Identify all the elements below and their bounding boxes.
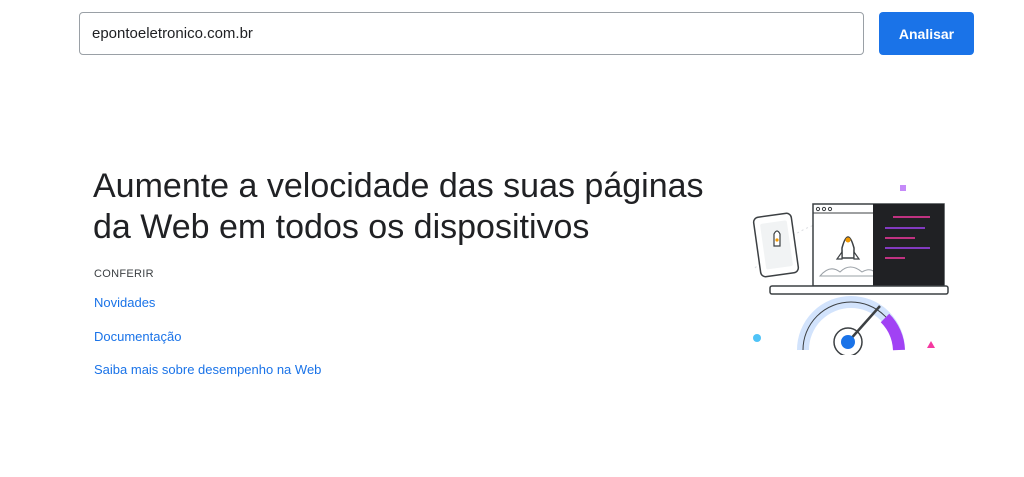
speed-gauge xyxy=(797,296,905,355)
speed-gauge-illustration-icon xyxy=(752,185,949,355)
link-novidades[interactable]: Novidades xyxy=(94,295,155,310)
page-title: Aumente a velocidade das suas páginas da… xyxy=(93,167,704,246)
link-saiba-mais[interactable]: Saiba mais sobre desempenho na Web xyxy=(94,362,321,377)
url-input[interactable] xyxy=(79,12,864,55)
section-label: CONFERIR xyxy=(94,268,154,280)
phone-device xyxy=(752,212,800,278)
analyze-button[interactable]: Analisar xyxy=(879,12,974,55)
browser-window xyxy=(812,203,945,287)
link-documentacao[interactable]: Documentação xyxy=(94,329,181,344)
